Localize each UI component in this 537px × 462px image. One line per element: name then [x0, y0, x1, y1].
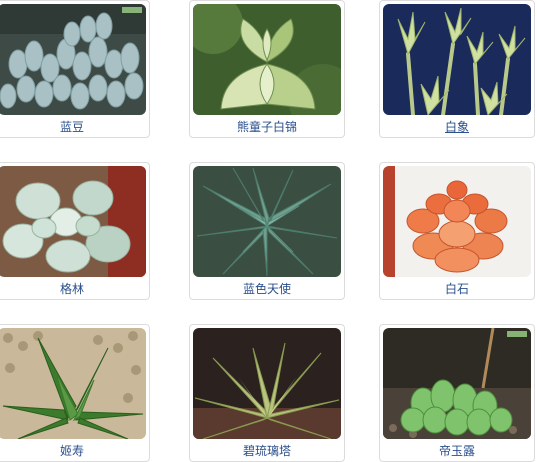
bai-xiang-photo[interactable] — [383, 4, 531, 115]
plant-name[interactable]: 白石 — [380, 279, 534, 299]
plant-card[interactable]: 熊童子白锦 — [189, 0, 345, 138]
plant-name[interactable]: 蓝豆 — [0, 117, 149, 137]
di-yu-lu-photo[interactable] — [383, 328, 531, 439]
plant-name[interactable]: 姬寿 — [0, 441, 149, 461]
plant-name[interactable]: 格林 — [0, 279, 149, 299]
ge-lin-photo[interactable] — [0, 166, 146, 277]
plant-name[interactable]: 帝玉露 — [380, 441, 534, 461]
bai-shi-photo[interactable] — [383, 166, 531, 277]
plant-card[interactable]: 碧琉璃塔 — [189, 324, 345, 462]
plant-card[interactable]: 姬寿 — [0, 324, 150, 462]
plant-name[interactable]: 熊童子白锦 — [190, 117, 344, 137]
plant-name[interactable]: 碧琉璃塔 — [190, 441, 344, 461]
plant-card[interactable]: 蓝色天使 — [189, 162, 345, 300]
bi-liu-li-ta-photo[interactable] — [193, 328, 341, 439]
plant-card[interactable]: 格林 — [0, 162, 150, 300]
xiong-tong-zi-bai-jin-photo[interactable] — [193, 4, 341, 115]
plant-card[interactable]: 帝玉露 — [379, 324, 535, 462]
lan-dou-photo[interactable] — [0, 4, 146, 115]
plant-gallery: 蓝豆 熊童子白锦 白象 格林 蓝色天使 白石 姬寿 碧琉璃塔 帝玉露 — [0, 0, 537, 462]
plant-card[interactable]: 白象 — [379, 0, 535, 138]
lan-se-tian-shi-photo[interactable] — [193, 166, 341, 277]
plant-card[interactable]: 蓝豆 — [0, 0, 150, 138]
plant-name[interactable]: 白象 — [380, 117, 534, 137]
ji-shou-photo[interactable] — [0, 328, 146, 439]
plant-card[interactable]: 白石 — [379, 162, 535, 300]
plant-name[interactable]: 蓝色天使 — [190, 279, 344, 299]
